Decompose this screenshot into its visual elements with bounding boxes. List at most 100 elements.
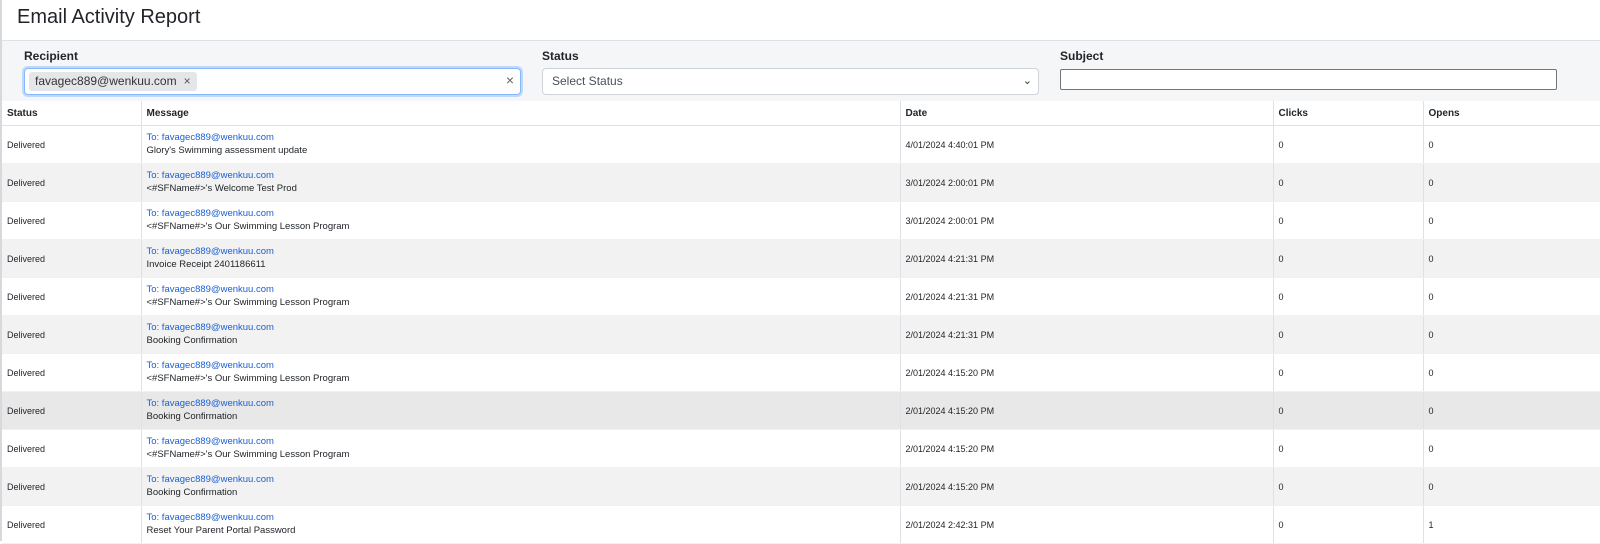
message-cell: To: favagec889@wenkuu.com <#SFName#>'s Ou… bbox=[141, 201, 901, 240]
recipient-link[interactable]: To: favagec889@wenkuu.com bbox=[147, 398, 900, 410]
status-label: Status bbox=[542, 49, 579, 63]
recipient-link[interactable]: To: favagec889@wenkuu.com bbox=[147, 284, 900, 296]
filter-bar: Recipient favagec889@wenkuu.com × × Statu… bbox=[2, 41, 1600, 102]
status-cell: Delivered bbox=[2, 429, 142, 468]
message-cell: To: favagec889@wenkuu.com Booking Confirm… bbox=[141, 391, 901, 430]
status-cell: Delivered bbox=[2, 125, 142, 164]
chip-remove-icon[interactable]: × bbox=[184, 74, 191, 88]
status-cell: Delivered bbox=[2, 467, 142, 506]
message-cell: To: favagec889@wenkuu.com <#SFName#>'s Ou… bbox=[141, 429, 901, 468]
message-subject: Invoice Receipt 2401186611 bbox=[146, 259, 266, 270]
date-cell: 2/01/2024 4:15:20 PM bbox=[900, 467, 1274, 506]
recipient-link[interactable]: To: favagec889@wenkuu.com bbox=[147, 512, 900, 524]
date-cell: 3/01/2024 2:00:01 PM bbox=[900, 201, 1274, 240]
clicks-cell: 0 bbox=[1273, 429, 1424, 468]
status-cell: Delivered bbox=[2, 277, 142, 316]
date-cell: 2/01/2024 4:15:20 PM bbox=[900, 353, 1274, 392]
opens-cell: 0 bbox=[1423, 429, 1600, 468]
table-row[interactable]: Delivered To: favagec889@wenkuu.com <#SFN… bbox=[2, 163, 1600, 202]
message-cell: To: favagec889@wenkuu.com <#SFName#>'s Ou… bbox=[141, 277, 901, 316]
recipient-chip: favagec889@wenkuu.com × bbox=[29, 72, 197, 91]
opens-cell: 0 bbox=[1423, 201, 1600, 240]
table-header-row: Status Message Date Clicks Opens bbox=[2, 101, 1600, 126]
opens-cell: 0 bbox=[1423, 277, 1600, 316]
message-subject: <#SFName#>'s Welcome Test Prod bbox=[146, 183, 297, 194]
clicks-cell: 0 bbox=[1273, 163, 1424, 202]
opens-cell: 0 bbox=[1423, 391, 1600, 430]
message-cell: To: favagec889@wenkuu.com <#SFName#>'s We… bbox=[141, 163, 901, 202]
clicks-cell: 0 bbox=[1273, 391, 1424, 430]
message-subject: <#SFName#>'s Our Swimming Lesson Program bbox=[146, 373, 350, 384]
column-header-date[interactable]: Date bbox=[900, 101, 1274, 126]
recipient-input[interactable]: favagec889@wenkuu.com × × bbox=[24, 68, 521, 95]
status-cell: Delivered bbox=[2, 505, 142, 544]
message-subject: Glory's Swimming assessment update bbox=[146, 145, 308, 156]
table-row[interactable]: Delivered To: favagec889@wenkuu.com <#SFN… bbox=[2, 201, 1600, 240]
message-cell: To: favagec889@wenkuu.com Glory's Swimmin… bbox=[141, 125, 901, 164]
recipient-link[interactable]: To: favagec889@wenkuu.com bbox=[147, 246, 900, 258]
page-header: Email Activity Report bbox=[2, 0, 1600, 41]
clicks-cell: 0 bbox=[1273, 505, 1424, 544]
table-row[interactable]: Delivered To: favagec889@wenkuu.com <#SFN… bbox=[2, 429, 1600, 468]
email-activity-table: Status Message Date Clicks Opens Deliver… bbox=[2, 101, 1600, 544]
clicks-cell: 0 bbox=[1273, 353, 1424, 392]
opens-cell: 0 bbox=[1423, 353, 1600, 392]
page-title: Email Activity Report bbox=[17, 6, 201, 28]
recipient-link[interactable]: To: favagec889@wenkuu.com bbox=[147, 208, 900, 220]
recipient-link[interactable]: To: favagec889@wenkuu.com bbox=[147, 436, 900, 448]
recipient-chip-label: favagec889@wenkuu.com bbox=[35, 74, 177, 88]
column-header-message[interactable]: Message bbox=[141, 101, 901, 126]
date-cell: 2/01/2024 4:21:31 PM bbox=[900, 239, 1274, 278]
status-select-value: Select Status bbox=[552, 74, 623, 88]
date-cell: 2/01/2024 4:15:20 PM bbox=[900, 391, 1274, 430]
status-cell: Delivered bbox=[2, 239, 142, 278]
date-cell: 2/01/2024 2:42:31 PM bbox=[900, 505, 1274, 544]
column-header-status[interactable]: Status bbox=[2, 101, 142, 126]
opens-cell: 0 bbox=[1423, 125, 1600, 164]
date-cell: 2/01/2024 4:21:31 PM bbox=[900, 315, 1274, 354]
recipient-link[interactable]: To: favagec889@wenkuu.com bbox=[147, 360, 900, 372]
clicks-cell: 0 bbox=[1273, 125, 1424, 164]
status-cell: Delivered bbox=[2, 353, 142, 392]
message-cell: To: favagec889@wenkuu.com Invoice Receipt… bbox=[141, 239, 901, 278]
status-cell: Delivered bbox=[2, 391, 142, 430]
status-select[interactable]: Select Status ⌄ bbox=[542, 68, 1039, 95]
table-row[interactable]: Delivered To: favagec889@wenkuu.com Invoi… bbox=[2, 239, 1600, 278]
column-header-opens[interactable]: Opens bbox=[1423, 101, 1600, 126]
table-row[interactable]: Delivered To: favagec889@wenkuu.com <#SFN… bbox=[2, 277, 1600, 316]
table-row[interactable]: Delivered To: favagec889@wenkuu.com <#SFN… bbox=[2, 353, 1600, 392]
message-subject: <#SFName#>'s Our Swimming Lesson Program bbox=[146, 449, 350, 460]
clicks-cell: 0 bbox=[1273, 201, 1424, 240]
table-row[interactable]: Delivered To: favagec889@wenkuu.com Booki… bbox=[2, 467, 1600, 506]
table-row[interactable]: Delivered To: favagec889@wenkuu.com Booki… bbox=[2, 315, 1600, 354]
subject-label: Subject bbox=[1060, 49, 1104, 63]
message-cell: To: favagec889@wenkuu.com Booking Confirm… bbox=[141, 315, 901, 354]
subject-input[interactable] bbox=[1060, 69, 1557, 90]
opens-cell: 0 bbox=[1423, 239, 1600, 278]
message-subject: <#SFName#>'s Our Swimming Lesson Program bbox=[146, 297, 350, 308]
recipient-link[interactable]: To: favagec889@wenkuu.com bbox=[147, 170, 900, 182]
chevron-down-icon: ⌄ bbox=[1022, 75, 1032, 87]
column-header-clicks[interactable]: Clicks bbox=[1273, 101, 1424, 126]
message-subject: Reset Your Parent Portal Password bbox=[146, 525, 296, 536]
date-cell: 3/01/2024 2:00:01 PM bbox=[900, 163, 1274, 202]
table-row[interactable]: Delivered To: favagec889@wenkuu.com Reset… bbox=[2, 505, 1600, 544]
clear-recipients-icon[interactable]: × bbox=[506, 72, 514, 88]
date-cell: 2/01/2024 4:15:20 PM bbox=[900, 429, 1274, 468]
status-cell: Delivered bbox=[2, 315, 142, 354]
date-cell: 4/01/2024 4:40:01 PM bbox=[900, 125, 1274, 164]
recipient-link[interactable]: To: favagec889@wenkuu.com bbox=[147, 474, 900, 486]
table-row[interactable]: Delivered To: favagec889@wenkuu.com Glory… bbox=[2, 125, 1600, 164]
table-row[interactable]: Delivered To: favagec889@wenkuu.com Booki… bbox=[2, 391, 1600, 430]
recipient-link[interactable]: To: favagec889@wenkuu.com bbox=[147, 322, 900, 334]
opens-cell: 1 bbox=[1423, 505, 1600, 544]
date-cell: 2/01/2024 4:21:31 PM bbox=[900, 277, 1274, 316]
clicks-cell: 0 bbox=[1273, 315, 1424, 354]
recipient-link[interactable]: To: favagec889@wenkuu.com bbox=[147, 132, 900, 144]
opens-cell: 0 bbox=[1423, 315, 1600, 354]
message-cell: To: favagec889@wenkuu.com Booking Confirm… bbox=[141, 467, 901, 506]
clicks-cell: 0 bbox=[1273, 239, 1424, 278]
clicks-cell: 0 bbox=[1273, 277, 1424, 316]
status-cell: Delivered bbox=[2, 201, 142, 240]
recipient-label: Recipient bbox=[24, 49, 79, 63]
